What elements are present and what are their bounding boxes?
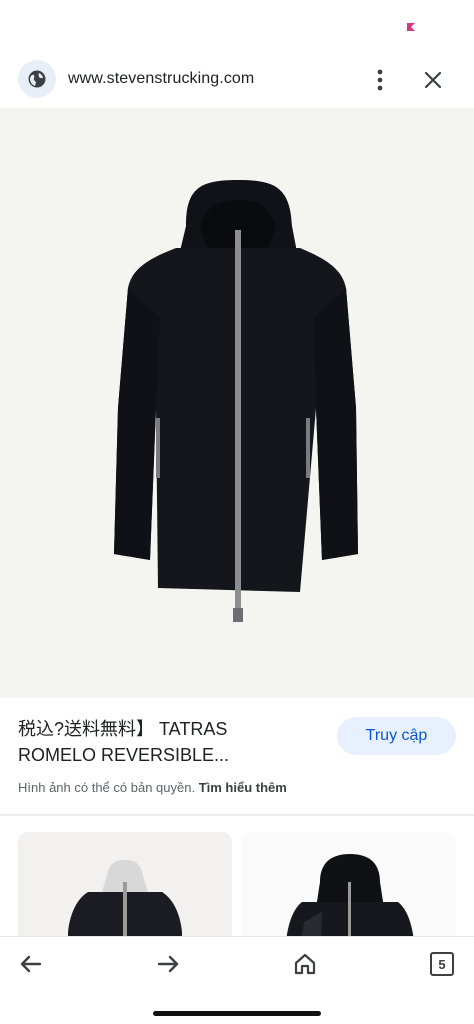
image-title[interactable]: 税込?送料無料】 TATRAS ROMELO REVERSIBLE... bbox=[18, 716, 318, 768]
more-vert-icon[interactable] bbox=[366, 66, 394, 94]
image-caption: 税込?送料無料】 TATRAS ROMELO REVERSIBLE... Tru… bbox=[0, 698, 474, 814]
notification-icon bbox=[407, 23, 415, 31]
jacket-illustration bbox=[114, 180, 358, 622]
bottom-navigation: 5 bbox=[0, 936, 474, 1024]
gesture-bar bbox=[153, 1011, 321, 1016]
tab-count: 5 bbox=[430, 952, 454, 976]
copyright-text: Hình ảnh có thể có bản quyền. bbox=[18, 780, 196, 795]
close-icon[interactable] bbox=[419, 66, 447, 94]
url-text[interactable]: www.stevenstrucking.com bbox=[68, 70, 254, 88]
related-image-card[interactable] bbox=[18, 832, 232, 936]
url-bar: www.stevenstrucking.com bbox=[0, 52, 474, 108]
status-bar bbox=[0, 0, 474, 52]
arrow-left-icon[interactable] bbox=[14, 947, 48, 981]
arrow-right-icon[interactable] bbox=[151, 947, 185, 981]
related-image-card[interactable] bbox=[242, 832, 456, 936]
tabs-button[interactable]: 5 bbox=[425, 947, 459, 981]
home-icon[interactable] bbox=[288, 947, 322, 981]
learn-more-link[interactable]: Tìm hiểu thêm bbox=[199, 780, 287, 795]
title-line-1: 税込?送料無料】 TATRAS bbox=[18, 719, 228, 739]
title-line-2: ROMELO REVERSIBLE... bbox=[18, 745, 230, 765]
visit-button[interactable]: Truy cập bbox=[337, 717, 456, 755]
product-image[interactable] bbox=[0, 108, 474, 698]
related-images bbox=[0, 816, 474, 936]
globe-icon[interactable] bbox=[18, 60, 56, 98]
copyright-notice: Hình ảnh có thể có bản quyền. Tìm hiểu t… bbox=[18, 780, 287, 795]
